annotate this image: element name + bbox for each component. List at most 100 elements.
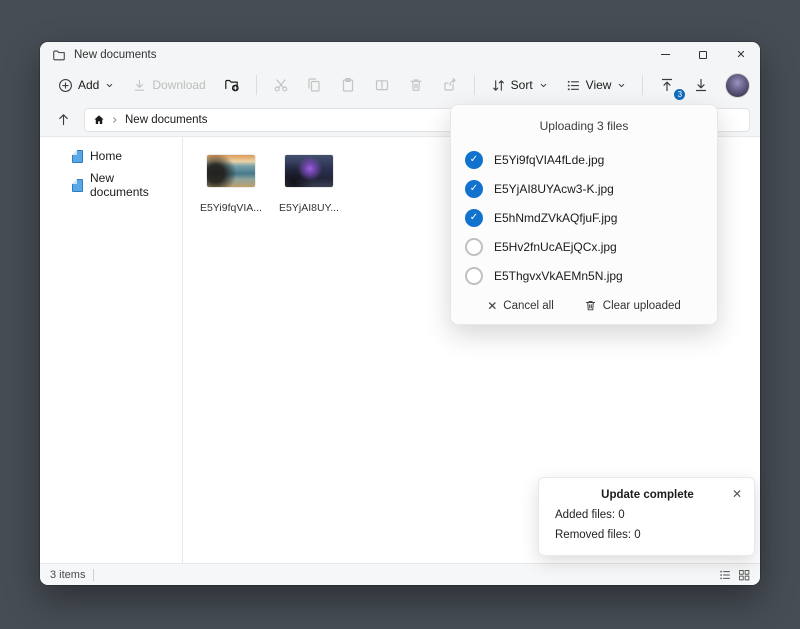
cancel-all-label: Cancel all (503, 300, 554, 312)
arrow-up-icon (56, 112, 71, 127)
new-folder-button[interactable] (216, 71, 248, 99)
maximize-button[interactable] (684, 42, 722, 67)
upload-file-row: E5Hv2fnUcAEjQCx.jpg (451, 232, 717, 261)
cancel-all-button[interactable]: ✕ Cancel all (487, 299, 554, 312)
upload-progress-popup: Uploading 3 files ✓ E5Yi9fqVIA4fLde.jpg … (450, 104, 718, 325)
sort-icon (491, 78, 506, 93)
download-label: Download (152, 78, 205, 92)
upload-file-row: ✓ E5hNmdZVkAQfjuF.jpg (451, 203, 717, 232)
view-icon (566, 78, 581, 93)
share-icon (442, 77, 458, 93)
delete-icon (408, 77, 424, 93)
copy-button[interactable] (298, 71, 330, 99)
user-avatar[interactable] (725, 73, 750, 98)
sidebar-item-label: New documents (90, 171, 176, 199)
added-files-text: Added files: 0 (555, 509, 740, 521)
delete-button[interactable] (400, 71, 432, 99)
breadcrumb-location[interactable]: New documents (125, 114, 207, 126)
list-view-icon[interactable] (719, 569, 731, 581)
new-folder-icon (224, 77, 240, 93)
upload-file-name: E5Yi9fqVIA4fLde.jpg (494, 153, 604, 167)
toolbar-divider (256, 75, 257, 95)
upload-file-list: ✓ E5Yi9fqVIA4fLde.jpg ✓ E5YjAI8UYAcw3-K.… (451, 145, 717, 290)
trash-icon (584, 299, 597, 312)
chevron-right-icon (111, 116, 119, 124)
upload-popup-title: Uploading 3 files (451, 105, 717, 133)
download-icon (132, 78, 147, 93)
clear-uploaded-label: Clear uploaded (603, 300, 681, 312)
minimize-button[interactable] (646, 42, 684, 67)
close-icon: ✕ (732, 487, 742, 501)
window-title: New documents (74, 49, 156, 61)
upload-file-row: ✓ E5YjAI8UYAcw3-K.jpg (451, 174, 717, 203)
status-divider (93, 569, 94, 581)
pending-circle-icon (465, 267, 483, 285)
sort-button[interactable]: Sort (483, 73, 556, 98)
file-name: E5YjAI8UY... (279, 202, 339, 214)
chevron-down-icon (617, 81, 626, 90)
file-name: E5Yi9fqVIA... (200, 202, 262, 214)
status-bar: 3 items (40, 563, 760, 585)
toolbar-divider (642, 75, 643, 95)
minimize-icon (661, 54, 670, 55)
document-icon (72, 150, 83, 163)
navigate-up-button[interactable] (50, 108, 76, 132)
add-label: Add (78, 78, 99, 92)
home-icon (93, 114, 105, 126)
rename-button[interactable] (366, 71, 398, 99)
add-button[interactable]: Add (50, 73, 122, 98)
clear-uploaded-button[interactable]: Clear uploaded (584, 299, 681, 312)
toast-close-button[interactable]: ✕ (732, 487, 742, 501)
upload-file-row: ✓ E5Yi9fqVIA4fLde.jpg (451, 145, 717, 174)
folder-icon (52, 48, 66, 62)
image-thumbnail (285, 155, 333, 187)
share-button[interactable] (434, 71, 466, 99)
toast-title: Update complete (555, 489, 740, 501)
copy-icon (306, 77, 322, 93)
sidebar-item-new-documents[interactable]: New documents (40, 167, 182, 203)
file-tile[interactable]: E5YjAI8UY... (277, 155, 341, 214)
items-count: 3 items (50, 569, 85, 581)
rename-icon (374, 77, 390, 93)
grid-view-icon[interactable] (738, 569, 750, 581)
toolbar: Add Download (40, 67, 760, 103)
sort-label: Sort (511, 78, 533, 92)
upload-file-row: E5ThgvxVkAEMn5N.jpg (451, 261, 717, 290)
document-icon (72, 179, 83, 192)
add-icon (58, 78, 73, 93)
paste-button[interactable] (332, 71, 364, 99)
download-tray-icon (693, 77, 709, 93)
pending-circle-icon (465, 238, 483, 256)
close-icon: ✕ (736, 48, 745, 61)
uploaded-check-icon: ✓ (465, 180, 483, 198)
view-button[interactable]: View (558, 73, 635, 98)
titlebar: New documents ✕ (40, 42, 760, 67)
close-icon: ✕ (487, 300, 497, 312)
image-thumbnail (207, 155, 255, 187)
view-label: View (586, 78, 612, 92)
download-button[interactable]: Download (124, 73, 213, 98)
cut-button[interactable] (265, 71, 297, 99)
maximize-icon (699, 51, 707, 59)
uploaded-check-icon: ✓ (465, 151, 483, 169)
upload-file-name: E5Hv2fnUcAEjQCx.jpg (494, 240, 617, 254)
uploaded-check-icon: ✓ (465, 209, 483, 227)
window-controls: ✕ (646, 42, 760, 67)
chevron-down-icon (105, 81, 114, 90)
sidebar: Home New documents (40, 137, 183, 563)
sidebar-item-home[interactable]: Home (40, 145, 182, 167)
removed-files-text: Removed files: 0 (555, 529, 740, 541)
cut-icon (273, 77, 289, 93)
upload-count-badge: 3 (673, 88, 686, 101)
file-tile[interactable]: E5Yi9fqVIA... (199, 155, 263, 214)
sidebar-item-label: Home (90, 149, 122, 163)
toolbar-divider (474, 75, 475, 95)
upload-file-name: E5hNmdZVkAQfjuF.jpg (494, 211, 617, 225)
chevron-down-icon (539, 81, 548, 90)
update-complete-toast: Update complete ✕ Added files: 0 Removed… (538, 477, 755, 556)
upload-status-button[interactable]: 3 (651, 71, 683, 99)
download-status-button[interactable] (685, 71, 717, 99)
upload-file-name: E5YjAI8UYAcw3-K.jpg (494, 182, 614, 196)
close-button[interactable]: ✕ (722, 42, 760, 67)
desktop: { "titlebar": { "title": "New documents"… (0, 0, 800, 629)
